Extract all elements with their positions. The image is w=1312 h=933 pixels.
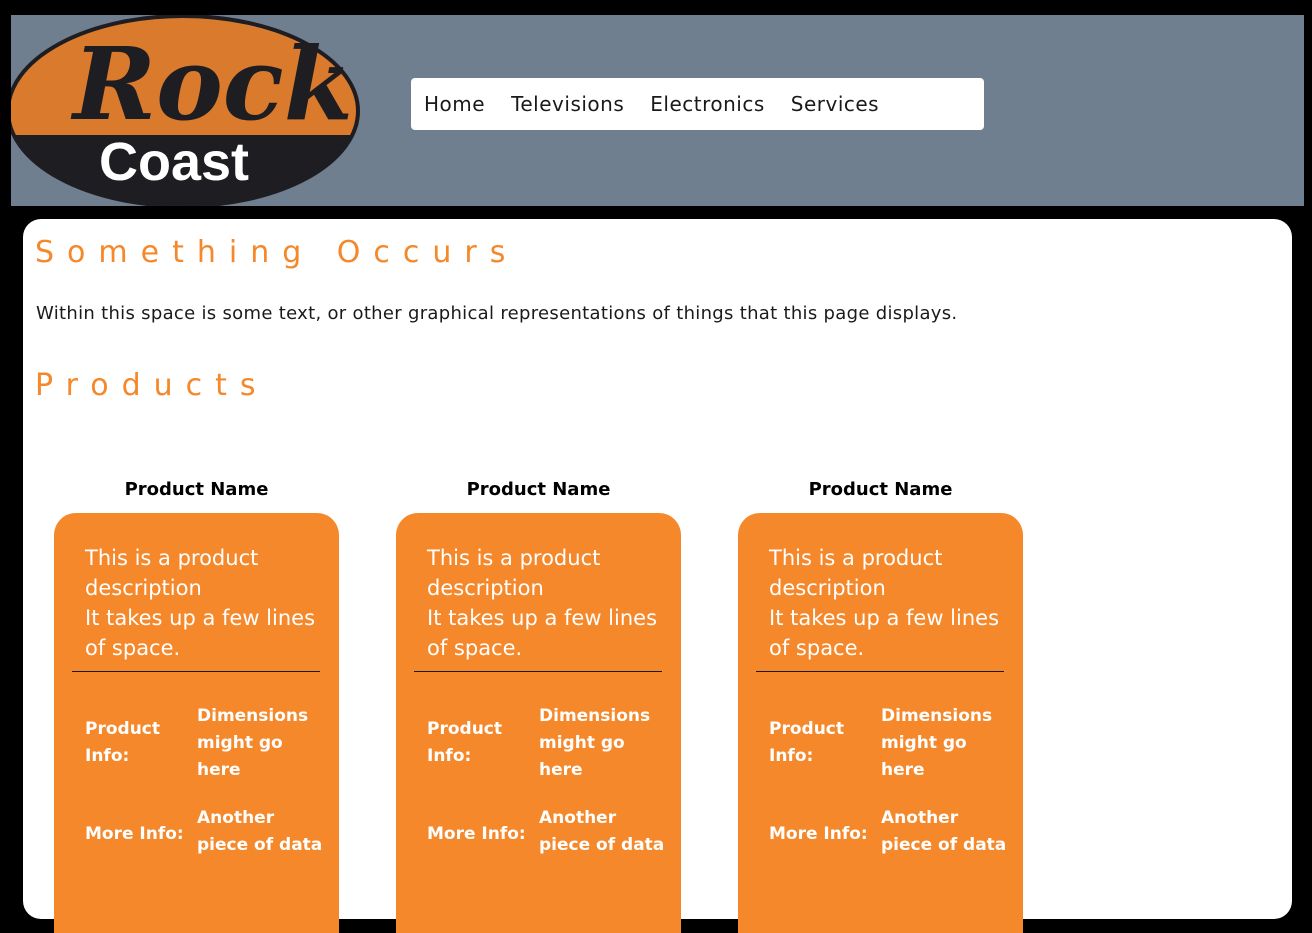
main-content: Something Occurs Within this space is so…: [23, 219, 1292, 933]
product-description-line: This is a product description: [85, 546, 259, 600]
product-card-3: Product Name This is a product descripti…: [738, 479, 1023, 933]
divider: [72, 671, 320, 672]
product-info-label: Product Info:: [85, 719, 160, 766]
product-name: Product Name: [466, 479, 611, 500]
product-description: This is a product description It takes u…: [85, 543, 315, 663]
product-info-value: Dimensions might go here: [539, 706, 651, 780]
more-info-label: More Info:: [769, 824, 868, 844]
more-info-value: Another piece of data: [539, 808, 665, 855]
site-header: Rock Coast Home Televisions Electronics …: [6, 14, 1304, 208]
divider: [414, 671, 662, 672]
product-description-line: This is a product description: [427, 546, 601, 600]
product-description-line: This is a product description: [769, 546, 943, 600]
logo-wordmark: Rock Coast: [70, 25, 353, 192]
more-info-value: Another piece of data: [197, 808, 323, 855]
more-info-label: More Info:: [85, 824, 184, 844]
product-name: Product Name: [124, 479, 269, 500]
divider: [756, 671, 1004, 672]
product-description: This is a product description It takes u…: [427, 543, 657, 663]
product-description-line: It takes up a few lines of space.: [85, 606, 316, 660]
product-name: Product Name: [808, 479, 953, 500]
product-details: This is a product description It takes u…: [396, 513, 681, 933]
logo-word-coast: Coast: [99, 132, 249, 192]
nav-televisions[interactable]: Televisions: [511, 92, 624, 116]
product-info-label: Product Info:: [769, 719, 844, 766]
product-details: This is a product description It takes u…: [738, 513, 1023, 933]
main-nav: Home Televisions Electronics Services: [411, 78, 984, 130]
product-info-value: Dimensions might go here: [197, 706, 309, 780]
products-heading: Products: [35, 368, 269, 403]
product-info-label: Product Info:: [427, 719, 502, 766]
product-card-1: Product Name This is a product descripti…: [54, 479, 339, 933]
nav-services[interactable]: Services: [791, 92, 879, 116]
product-description: This is a product description It takes u…: [769, 543, 999, 663]
product-info-value: Dimensions might go here: [881, 706, 993, 780]
more-info-value: Another piece of data: [881, 808, 1007, 855]
nav-home[interactable]: Home: [424, 92, 485, 116]
product-description-line: It takes up a few lines of space.: [427, 606, 658, 660]
page-heading: Something Occurs: [35, 235, 519, 270]
more-info-label: More Info:: [427, 824, 526, 844]
logo-word-rock: Rock: [70, 25, 353, 143]
product-card-2: Product Name This is a product descripti…: [396, 479, 681, 933]
intro-text: Within this space is some text, or other…: [36, 303, 958, 324]
nav-electronics[interactable]: Electronics: [650, 92, 765, 116]
rock-coast-logo[interactable]: Rock Coast: [6, 14, 361, 208]
product-description-line: It takes up a few lines of space.: [769, 606, 1000, 660]
product-details: This is a product description It takes u…: [54, 513, 339, 933]
